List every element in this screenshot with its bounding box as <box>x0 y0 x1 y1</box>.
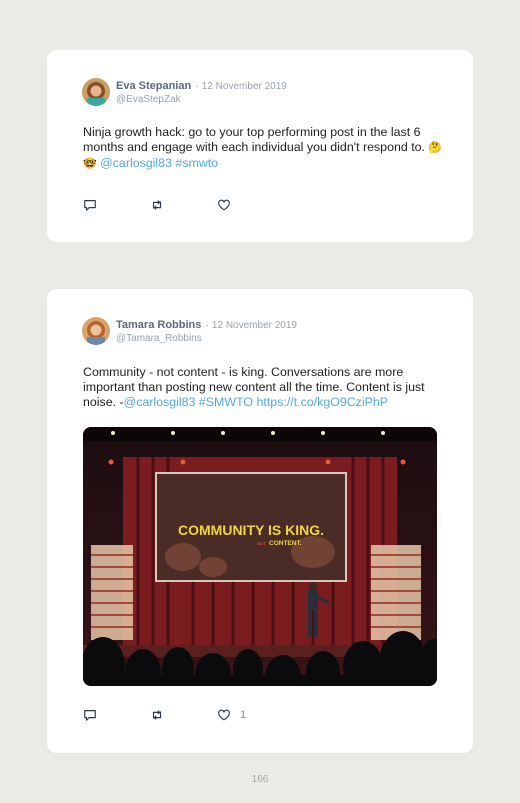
reply-button[interactable] <box>83 198 150 212</box>
screen-headline: COMMUNITY IS KING. <box>178 522 324 538</box>
tweet-body: Ninja growth hack: go to your top perfor… <box>83 125 425 154</box>
tweet-text: Community - not content - is king. Conve… <box>83 365 443 410</box>
page-number: 166 <box>251 774 269 785</box>
like-count: 1 <box>240 709 247 721</box>
screen-small-text: NOT <box>258 541 267 546</box>
mention-link[interactable]: @carlosgil83 <box>124 395 196 409</box>
tweet-actions: 1 <box>83 708 284 722</box>
author-handle[interactable]: @Tamara_Robbins <box>116 332 297 345</box>
heart-icon <box>218 199 230 211</box>
retweet-button[interactable] <box>150 708 217 722</box>
retweet-icon <box>152 710 162 720</box>
tweet-card: Tamara Robbins · 12 November 2019 @Tamar… <box>47 289 473 753</box>
reply-icon <box>84 200 96 211</box>
retweet-icon <box>152 200 162 210</box>
hashtag-link[interactable]: #smwto <box>175 156 218 170</box>
tweet-header: Tamara Robbins · 12 November 2019 @Tamar… <box>82 317 297 345</box>
heart-icon <box>218 709 230 721</box>
avatar[interactable] <box>82 317 110 345</box>
like-button[interactable]: 1 <box>217 708 284 722</box>
reply-button[interactable] <box>83 708 150 722</box>
tweet-date: · 12 November 2019 <box>195 81 287 92</box>
screen-subline: CONTENT. <box>269 540 302 547</box>
reply-icon <box>84 710 96 721</box>
tweet-text: Ninja growth hack: go to your top perfor… <box>83 125 443 172</box>
like-button[interactable] <box>217 198 284 212</box>
author-name[interactable]: Eva Stepanian <box>116 80 191 92</box>
mention-link[interactable]: @carlosgil83 <box>100 156 172 170</box>
url-link[interactable]: https://t.co/kgO9CziPhP <box>257 395 389 409</box>
tweet-actions <box>83 198 284 212</box>
tweet-photo[interactable]: COMMUNITY IS KING. NOT CONTENT. <box>83 427 437 686</box>
author-name[interactable]: Tamara Robbins <box>116 319 201 331</box>
author-handle[interactable]: @EvaStepZak <box>116 93 287 106</box>
tweet-date: · 12 November 2019 <box>205 320 297 331</box>
tweet-header: Eva Stepanian · 12 November 2019 @EvaSte… <box>82 78 287 106</box>
retweet-button[interactable] <box>150 198 217 212</box>
hashtag-link[interactable]: #SMWTO <box>199 395 253 409</box>
avatar[interactable] <box>82 78 110 106</box>
tweet-card: Eva Stepanian · 12 November 2019 @EvaSte… <box>47 50 473 242</box>
